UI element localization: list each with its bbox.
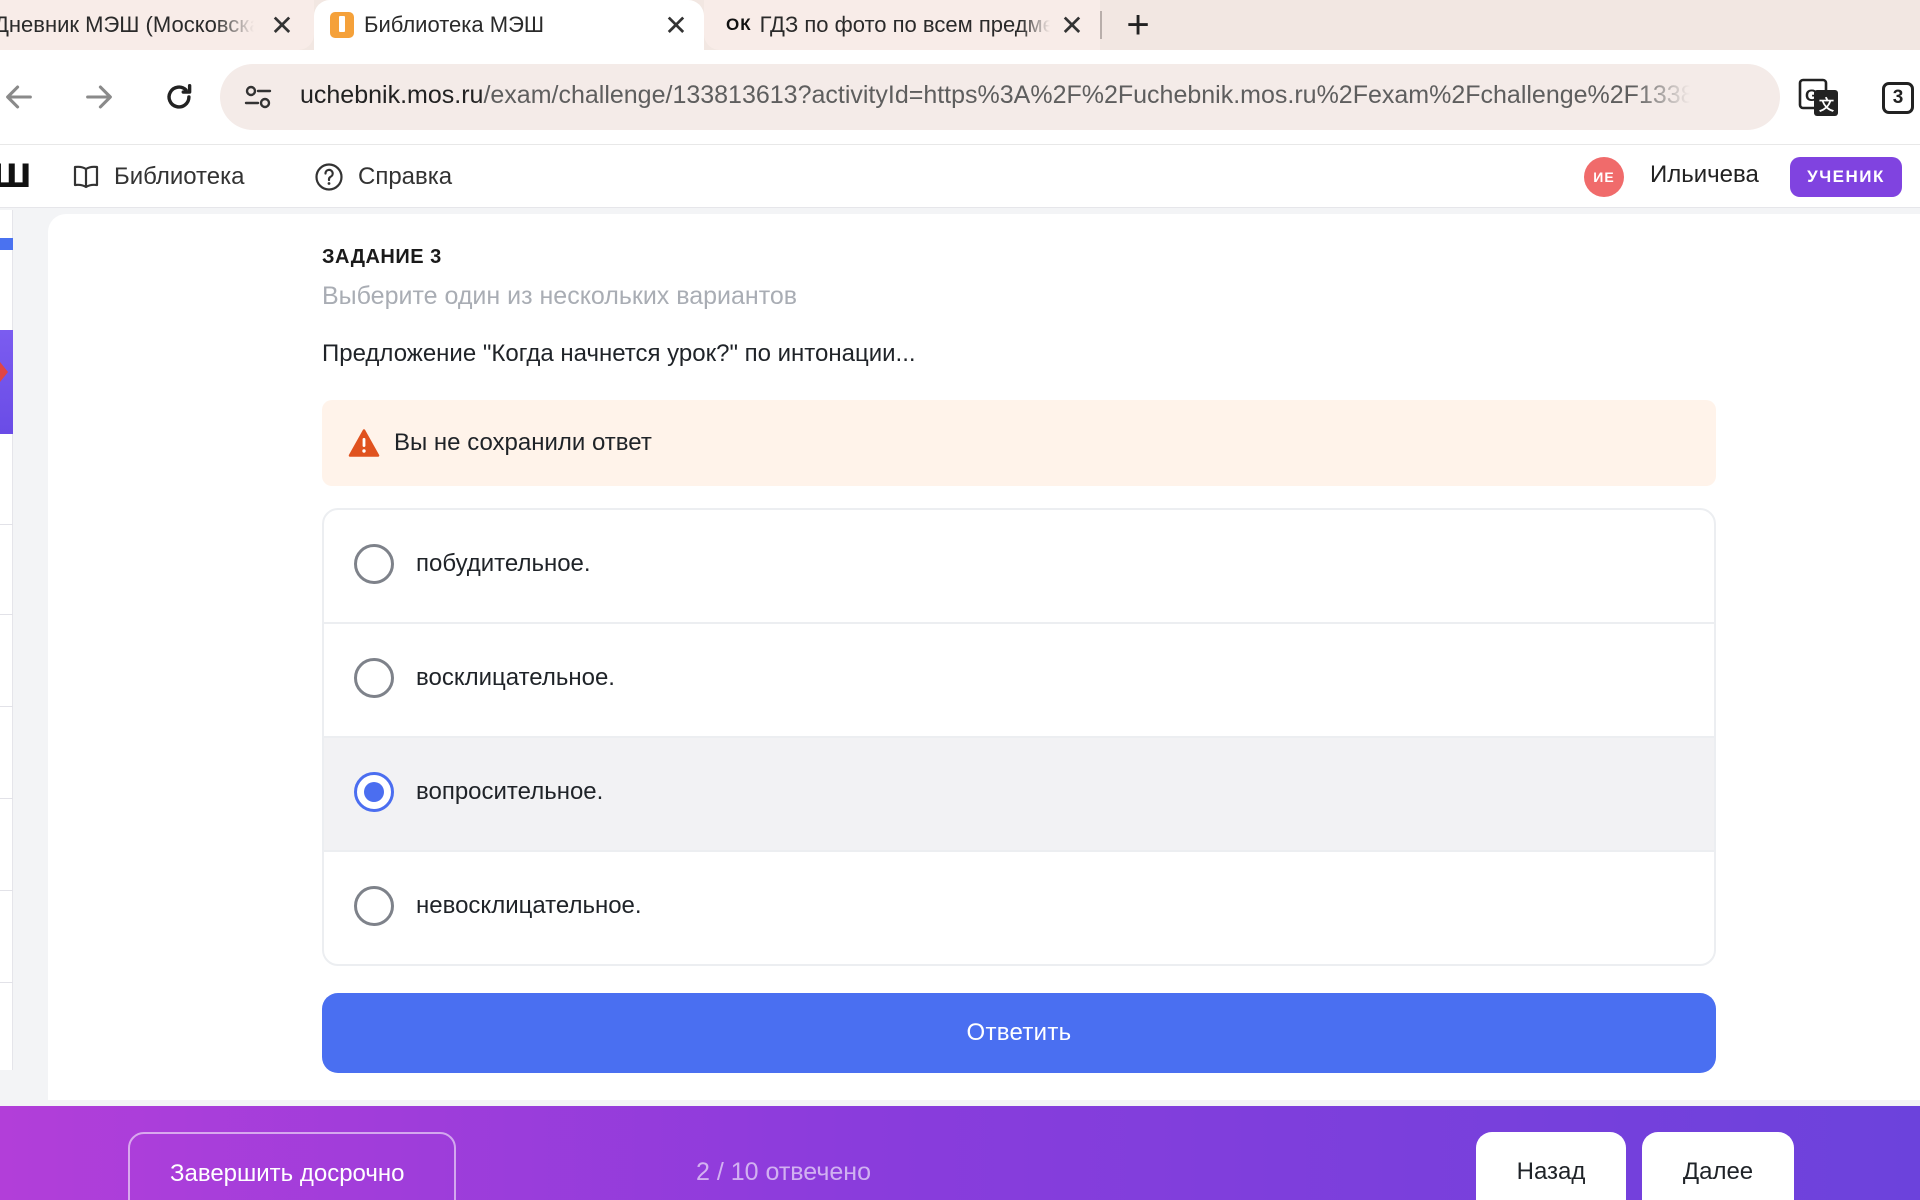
answer-options: побудительное. восклицательное. вопросит… — [322, 508, 1716, 966]
tab-title: Библиотека МЭШ — [364, 12, 545, 37]
task-hint: Выберите один из нескольких вариантов — [322, 282, 798, 310]
browser-tab-gdz[interactable]: ОК ГДЗ по фото по всем предметам ✕ — [704, 0, 1100, 50]
back-button[interactable]: Назад — [1476, 1132, 1626, 1200]
url-path: /exam/challenge/133813613?activityId=htt… — [483, 81, 1690, 109]
sidebar-divider — [0, 798, 13, 799]
answer-option[interactable]: побудительное. — [324, 510, 1714, 624]
radio-button-checked[interactable] — [354, 772, 394, 812]
browser-tab-library[interactable]: Библиотека МЭШ ✕ — [314, 0, 704, 50]
mesh-logo[interactable]: Ш — [0, 157, 32, 195]
radio-button[interactable] — [354, 658, 394, 698]
tab-count-icon[interactable]: 3 — [1882, 82, 1914, 114]
submit-answer-button[interactable]: Ответить — [322, 993, 1716, 1073]
answer-option-text: восклицательное. — [416, 664, 615, 691]
library-link[interactable]: Библиотека — [72, 145, 245, 209]
new-tab-plus-icon[interactable]: + — [1118, 5, 1158, 46]
answer-option[interactable]: восклицательное. — [324, 624, 1714, 738]
next-button[interactable]: Далее — [1642, 1132, 1794, 1200]
browser-tab-strip: Дневник МЭШ (Московская электронная школ… — [0, 0, 1920, 50]
sidebar-current-task[interactable] — [0, 330, 13, 434]
task-sidebar — [0, 210, 13, 1070]
answer-option-selected[interactable]: вопросительное. — [324, 738, 1714, 852]
sidebar-divider — [0, 982, 13, 983]
address-bar[interactable]: uchebnik.mos.ru/exam/challenge/133813613… — [220, 64, 1780, 130]
answer-option[interactable]: невосклицательное. — [324, 852, 1714, 964]
sidebar-divider — [0, 890, 13, 891]
sidebar-active-marker — [0, 238, 13, 250]
back-arrow-icon[interactable] — [0, 72, 44, 122]
close-icon[interactable]: ✕ — [660, 9, 692, 41]
question-circle-icon — [315, 163, 343, 191]
radio-button[interactable] — [354, 544, 394, 584]
library-link-label: Библиотека — [114, 163, 245, 190]
url-host: uchebnik.mos.ru — [300, 81, 484, 109]
browser-tab-diary[interactable]: Дневник МЭШ (Московская электронная школ… — [0, 0, 314, 50]
user-name[interactable]: Ильичева — [1650, 161, 1759, 189]
role-badge: УЧЕНИК — [1790, 157, 1902, 197]
answer-option-text: невосклицательное. — [416, 892, 642, 919]
tab-title: ГДЗ по фото по всем предметам — [759, 12, 1050, 37]
library-favicon-icon — [330, 12, 354, 38]
reload-icon[interactable] — [154, 72, 204, 122]
tab-title: Дневник МЭШ (Московская электронная школ… — [0, 12, 254, 37]
unsaved-warning: Вы не сохранили ответ — [322, 400, 1716, 486]
close-icon[interactable]: ✕ — [1056, 9, 1088, 41]
sidebar-divider — [0, 706, 13, 707]
finish-early-button[interactable]: Завершить досрочно — [128, 1132, 456, 1200]
browser-toolbar: uchebnik.mos.ru/exam/challenge/133813613… — [0, 50, 1920, 144]
bottom-navigation-bar: Завершить досрочно 2 / 10 отвечено Назад… — [0, 1106, 1920, 1200]
answer-option-text: побудительное. — [416, 550, 591, 577]
svg-text:文: 文 — [1819, 96, 1835, 114]
question-text: Предложение "Когда начнется урок?" по ин… — [322, 340, 916, 367]
answered-progress: 2 / 10 отвечено — [696, 1158, 872, 1186]
book-icon — [73, 165, 99, 189]
forward-arrow-icon[interactable] — [74, 72, 124, 122]
warning-icon — [348, 429, 380, 457]
site-settings-icon[interactable] — [242, 81, 274, 113]
warning-text: Вы не сохранили ответ — [394, 429, 652, 456]
url-text[interactable]: uchebnik.mos.ru/exam/challenge/133813613… — [300, 81, 1690, 110]
sidebar-divider — [0, 524, 13, 525]
close-icon[interactable]: ✕ — [266, 9, 298, 41]
ok-favicon-icon: ОК — [726, 15, 752, 34]
radio-button[interactable] — [354, 886, 394, 926]
answer-option-text: вопросительное. — [416, 778, 604, 805]
avatar[interactable]: ИЕ — [1584, 157, 1624, 197]
tab-separator — [1100, 11, 1102, 39]
task-number: ЗАДАНИЕ 3 — [322, 246, 442, 268]
sidebar-divider — [0, 614, 13, 615]
sidebar-warning-marker — [0, 362, 8, 382]
translate-icon[interactable]: G 文 — [1798, 78, 1840, 118]
help-link[interactable]: Справка — [314, 145, 452, 209]
help-link-label: Справка — [358, 163, 453, 190]
site-header: Ш Библиотека Справка ИЕ Ильичева УЧЕНИК — [0, 144, 1920, 208]
